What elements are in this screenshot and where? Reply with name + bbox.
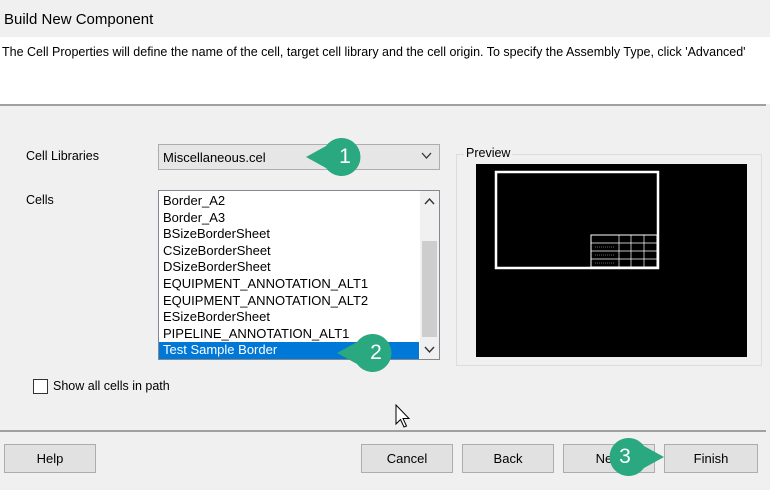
cells-label: Cells [26, 193, 54, 207]
cell-libraries-dropdown[interactable]: Miscellaneous.cel [158, 144, 440, 170]
cancel-button[interactable]: Cancel [361, 444, 453, 473]
callout-3: 3 [600, 438, 664, 476]
footer-separator [0, 430, 766, 432]
callout-2: 2 [337, 334, 401, 372]
callout-1: 1 [306, 138, 370, 176]
header-separator [0, 104, 766, 106]
show-all-cells-checkbox[interactable] [33, 379, 48, 394]
scroll-down-icon[interactable] [420, 341, 439, 358]
list-item[interactable]: CSizeBorderSheet [159, 243, 419, 260]
description-text: The Cell Properties will define the name… [2, 45, 746, 59]
scroll-up-icon[interactable] [420, 193, 439, 210]
mouse-pointer-icon [395, 404, 411, 428]
cell-libraries-label: Cell Libraries [26, 149, 99, 163]
help-button[interactable]: Help [4, 444, 96, 473]
list-item[interactable]: Border_A3 [159, 210, 419, 227]
preview-canvas [476, 164, 747, 357]
list-item[interactable]: ESizeBorderSheet [159, 309, 419, 326]
scroll-thumb[interactable] [422, 241, 437, 337]
back-button[interactable]: Back [462, 444, 554, 473]
border-preview-graphic [494, 170, 660, 270]
show-all-cells-label: Show all cells in path [53, 379, 170, 393]
description-panel: The Cell Properties will define the name… [0, 37, 770, 104]
callout-number: 1 [339, 145, 351, 168]
list-item[interactable]: EQUIPMENT_ANNOTATION_ALT2 [159, 293, 419, 310]
finish-button[interactable]: Finish [664, 444, 758, 473]
cells-scrollbar[interactable] [420, 191, 439, 359]
list-item[interactable]: DSizeBorderSheet [159, 259, 419, 276]
list-item[interactable]: Border_A2 [159, 193, 419, 210]
callout-number: 2 [370, 341, 382, 364]
list-item[interactable]: BSizeBorderSheet [159, 226, 419, 243]
list-item[interactable]: EQUIPMENT_ANNOTATION_ALT1 [159, 276, 419, 293]
dialog-title: Build New Component [4, 11, 154, 28]
callout-number: 3 [619, 445, 631, 468]
chevron-down-icon [421, 152, 432, 159]
preview-label: Preview [464, 146, 513, 160]
cell-libraries-value: Miscellaneous.cel [163, 150, 266, 165]
